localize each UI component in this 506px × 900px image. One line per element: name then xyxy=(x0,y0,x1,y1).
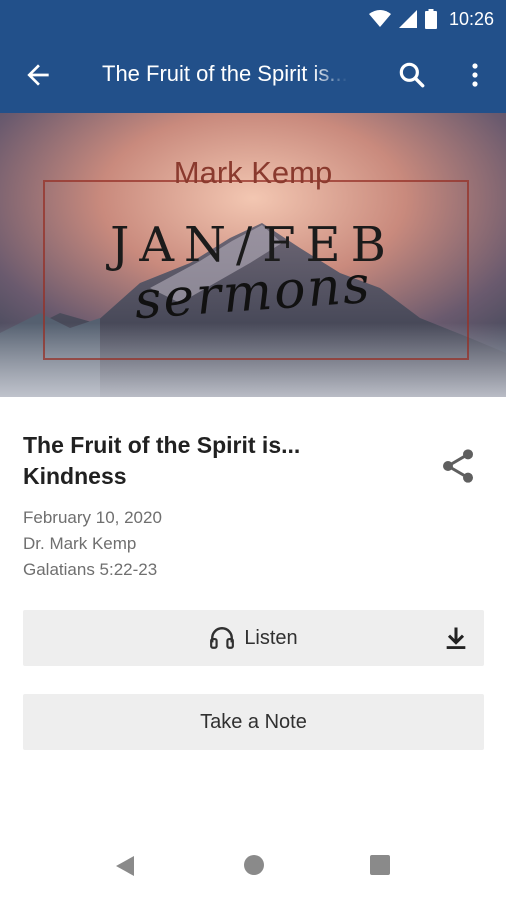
status-icons: 10:26 xyxy=(368,8,494,30)
sermon-speaker: Dr. Mark Kemp xyxy=(23,534,137,553)
sermon-date: February 10, 2020 xyxy=(23,508,162,527)
series-artwork: Mark Kemp JAN/FEB sermons xyxy=(0,113,506,397)
system-nav-bar xyxy=(0,830,506,900)
arrow-back-icon[interactable] xyxy=(22,59,54,91)
artwork-speaker: Mark Kemp xyxy=(173,155,333,190)
listen-button[interactable]: Listen xyxy=(23,610,484,666)
take-note-label: Take a Note xyxy=(200,710,307,733)
signal-icon xyxy=(398,10,417,28)
nav-recent-icon[interactable] xyxy=(369,854,391,876)
headphones-icon xyxy=(210,627,235,649)
listen-label: Listen xyxy=(244,626,298,649)
nav-home-icon[interactable] xyxy=(243,854,265,876)
take-note-button[interactable]: Take a Note xyxy=(23,694,484,750)
wifi-icon xyxy=(368,10,391,27)
download-icon[interactable] xyxy=(442,624,470,652)
more-vert-icon[interactable] xyxy=(463,59,487,91)
status-bar: 10:26 xyxy=(0,0,506,37)
app-bar: The Fruit of the Spirit is... Kindness xyxy=(0,37,506,113)
status-time: 10:26 xyxy=(448,8,494,29)
share-icon[interactable] xyxy=(438,446,478,486)
page-title: The Fruit of the Spirit is... Kindness xyxy=(102,61,348,86)
sermon-title: The Fruit of the Spirit is... Kindness xyxy=(23,432,301,489)
search-icon[interactable] xyxy=(396,59,428,91)
sermon-passage: Galatians 5:22-23 xyxy=(23,560,158,579)
nav-back-icon[interactable] xyxy=(114,854,136,878)
sermon-meta: February 10, 2020 Dr. Mark Kemp Galatian… xyxy=(23,505,162,583)
battery-icon xyxy=(424,9,437,29)
